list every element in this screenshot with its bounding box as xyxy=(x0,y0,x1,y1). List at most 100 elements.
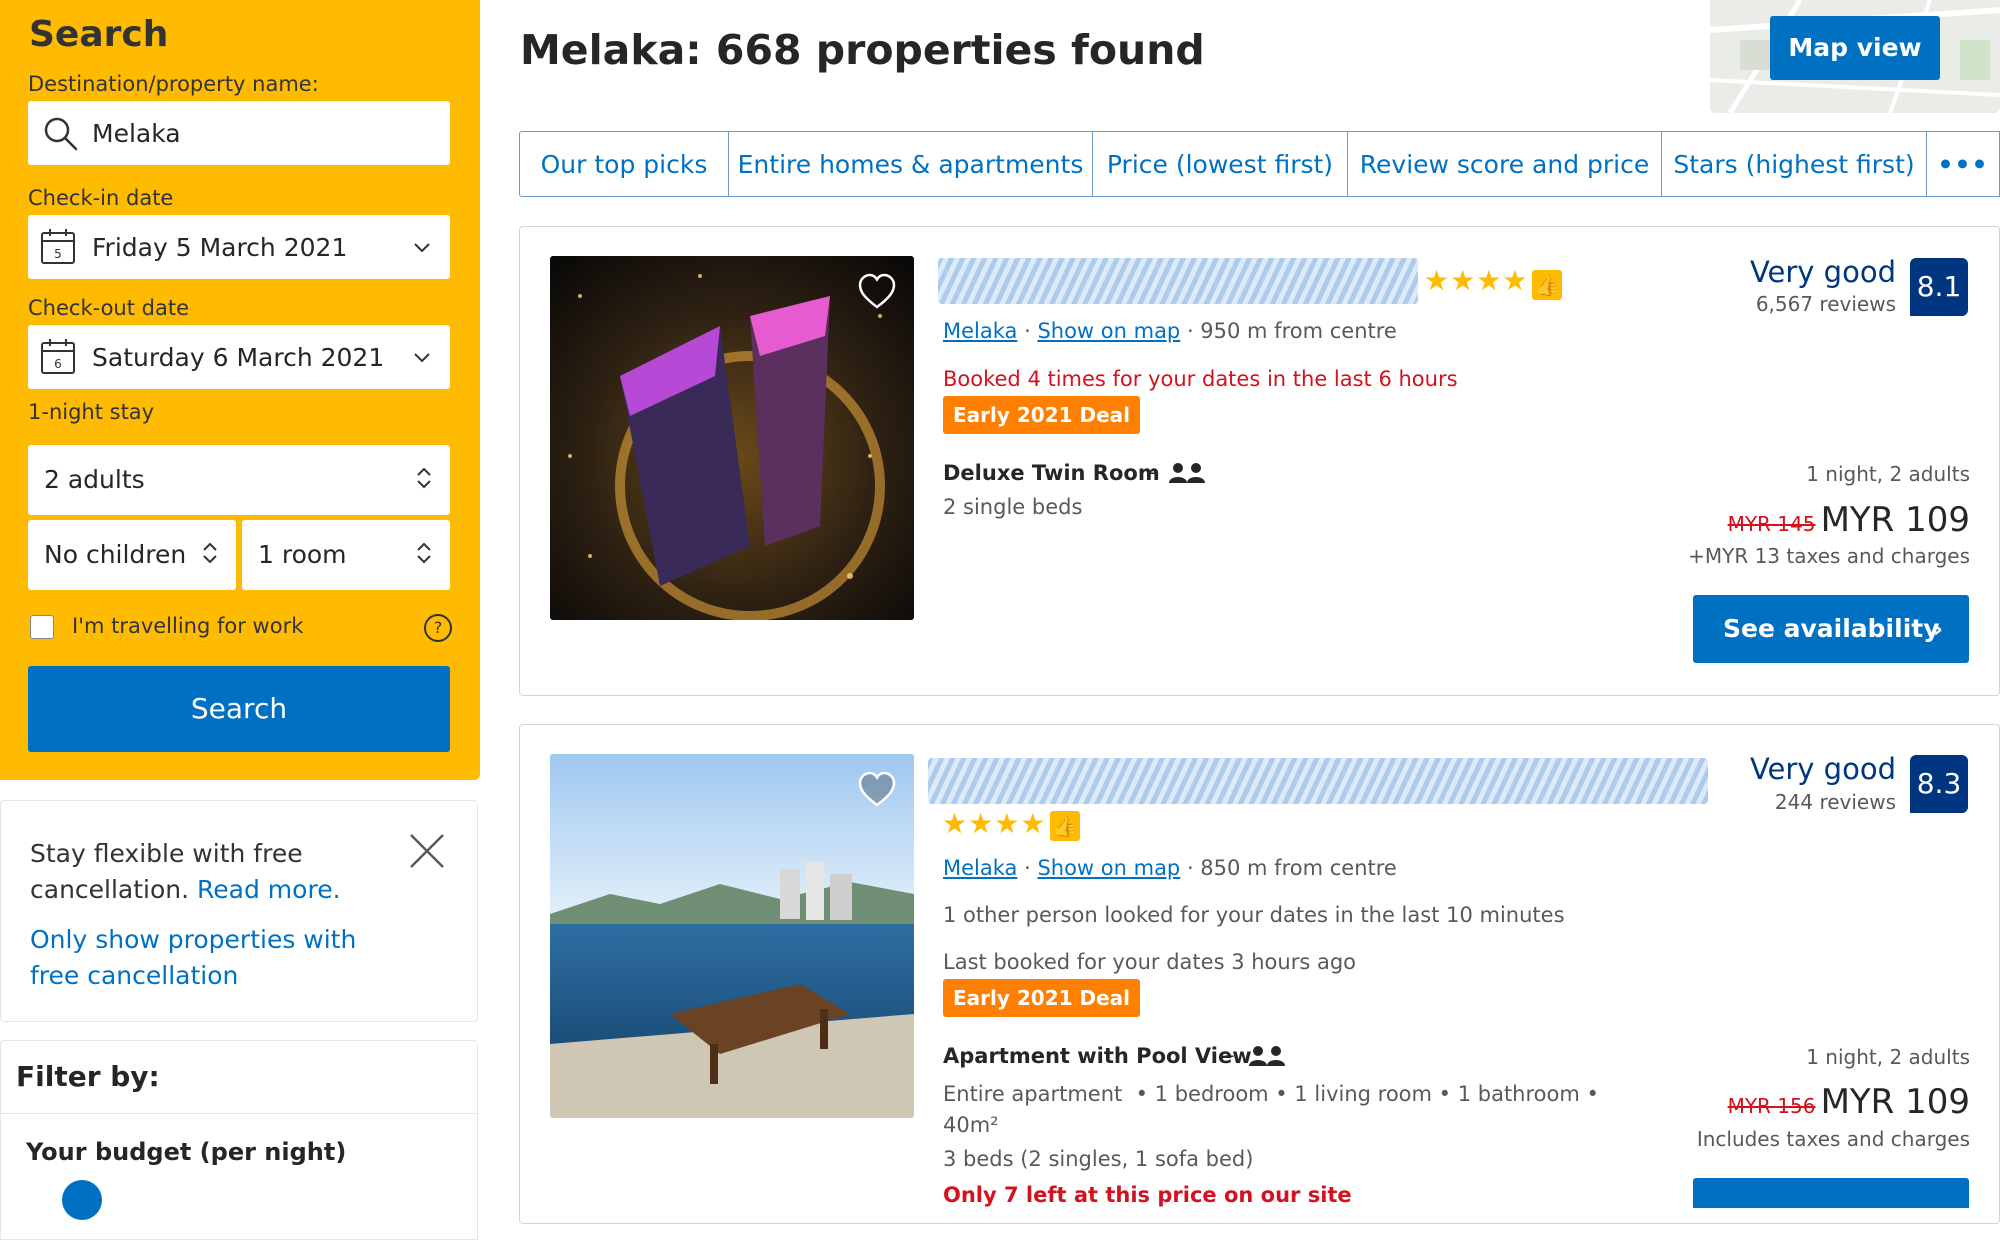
room-dash: – xyxy=(1224,1043,1235,1067)
distance: 950 m from centre xyxy=(1200,319,1397,343)
chevron-right-icon: › xyxy=(1933,615,1943,643)
price-line: MYR 145 MYR 109 xyxy=(1660,500,1970,540)
bed-details: 3 beds (2 singles, 1 sofa bed) xyxy=(943,1147,1254,1171)
tab-more-options[interactable]: ••• xyxy=(1927,131,2000,197)
taxes-note: Includes taxes and charges xyxy=(1696,1127,1970,1151)
tab-stars-highest[interactable]: Stars (highest first) xyxy=(1662,131,1927,197)
heart-icon[interactable] xyxy=(857,770,897,810)
price-line: MYR 156 MYR 109 xyxy=(1660,1082,1970,1122)
page-title: Melaka: 668 properties found xyxy=(520,26,1205,74)
occupancy-icon xyxy=(1249,1046,1285,1066)
updown-arrows-icon xyxy=(203,542,217,564)
new-price: MYR 109 xyxy=(1820,500,1970,540)
flexible-text: Stay flexible with free cancellation. Re… xyxy=(30,836,370,908)
checkout-value: Saturday 6 March 2021 xyxy=(92,343,385,372)
work-travel-checkbox[interactable] xyxy=(30,615,54,639)
price-meta: 1 night, 2 adults xyxy=(1806,1045,1970,1069)
adults-select[interactable]: 2 adults xyxy=(28,445,450,515)
tab-top-picks[interactable]: Our top picks xyxy=(519,131,729,197)
search-button[interactable]: Search xyxy=(28,666,450,752)
rooms-value: 1 room xyxy=(258,540,347,569)
star-rating: ★★★★ xyxy=(942,807,1047,840)
room-dash: – xyxy=(1146,460,1157,484)
chevron-down-icon xyxy=(414,243,430,253)
room-details: Entire apartment • 1 bedroom • 1 living … xyxy=(943,1082,1599,1106)
calendar-day: 6 xyxy=(54,357,62,371)
search-icon xyxy=(44,117,78,151)
show-on-map-link[interactable]: Show on map xyxy=(1037,856,1180,880)
show-on-map-link[interactable]: Show on map xyxy=(1037,319,1180,343)
rooms-select[interactable]: 1 room xyxy=(242,520,450,590)
search-title: Search xyxy=(29,14,169,55)
tab-entire-homes[interactable]: Entire homes & apartments xyxy=(729,131,1093,197)
budget-slider-handle[interactable] xyxy=(62,1180,102,1220)
room-size: 40m² xyxy=(943,1113,999,1137)
review-count: 6,567 reviews xyxy=(1755,292,1896,316)
old-price: MYR 145 xyxy=(1727,512,1816,536)
work-travel-label[interactable]: I'm travelling for work xyxy=(72,614,303,638)
old-price: MYR 156 xyxy=(1727,1094,1816,1118)
adults-value: 2 adults xyxy=(44,465,145,494)
city-link[interactable]: Melaka xyxy=(943,856,1017,880)
read-more-link[interactable]: Read more. xyxy=(197,875,340,904)
deal-badge: Early 2021 Deal xyxy=(943,396,1141,434)
budget-label: Your budget (per night) xyxy=(26,1138,347,1166)
heart-icon[interactable] xyxy=(857,272,897,312)
destination-value: Melaka xyxy=(92,119,181,148)
see-availability-button[interactable]: See availability › xyxy=(1693,595,1969,663)
sort-tabs: Our top picks Entire homes & apartments … xyxy=(519,131,2000,197)
review-score-badge[interactable]: 8.1 xyxy=(1910,258,1968,316)
last-booked-notice: Last booked for your dates 3 hours ago xyxy=(943,950,1356,974)
booking-notice: Booked 4 times for your dates in the las… xyxy=(943,367,1458,391)
see-availability-button[interactable] xyxy=(1693,1178,1969,1208)
review-count: 244 reviews xyxy=(1774,790,1896,814)
taxes-note: +MYR 13 taxes and charges xyxy=(1688,544,1970,568)
city-link[interactable]: Melaka xyxy=(943,319,1017,343)
filter-title: Filter by: xyxy=(16,1060,160,1093)
checkout-label: Check-out date xyxy=(28,296,189,320)
property-name-blurred[interactable] xyxy=(928,758,1708,804)
room-details: 2 single beds xyxy=(943,495,1083,519)
updown-arrows-icon xyxy=(417,467,431,489)
rating-word: Very good xyxy=(1749,255,1896,289)
property-name-blurred[interactable] xyxy=(938,258,1418,304)
recent-search-notice: 1 other person looked for your dates in … xyxy=(943,903,1565,927)
divider xyxy=(0,1113,478,1114)
tab-price-lowest[interactable]: Price (lowest first) xyxy=(1093,131,1348,197)
calendar-icon: 6 xyxy=(41,339,75,374)
deal-badge: Early 2021 Deal xyxy=(943,979,1141,1017)
location-line: Melaka · Show on map · 950 m from centre xyxy=(943,319,1397,343)
rating-word: Very good xyxy=(1749,752,1896,786)
star-rating: ★★★★ xyxy=(1424,264,1529,297)
distance: 850 m from centre xyxy=(1200,856,1397,880)
close-icon[interactable] xyxy=(408,832,446,870)
review-score-badge[interactable]: 8.3 xyxy=(1910,755,1968,813)
scarcity-notice: Only 7 left at this price on our site xyxy=(943,1183,1352,1207)
calendar-icon: 5 xyxy=(41,229,75,264)
checkout-date-picker[interactable]: 6 Saturday 6 March 2021 xyxy=(28,325,450,389)
checkin-value: Friday 5 March 2021 xyxy=(92,233,348,262)
stay-length: 1-night stay xyxy=(28,400,155,424)
free-cancellation-link[interactable]: Only show properties with free cancellat… xyxy=(30,922,410,994)
checkin-label: Check-in date xyxy=(28,186,174,210)
children-select[interactable]: No children xyxy=(28,520,236,590)
tab-review-score-price[interactable]: Review score and price xyxy=(1348,131,1662,197)
calendar-day: 5 xyxy=(54,247,62,261)
children-value: No children xyxy=(44,540,187,569)
new-price: MYR 109 xyxy=(1820,1082,1970,1122)
thumbs-up-icon: 👍 xyxy=(1532,270,1562,300)
updown-arrows-icon xyxy=(417,542,431,564)
destination-input[interactable]: Melaka xyxy=(28,101,450,165)
see-availability-label: See availability xyxy=(1723,614,1940,643)
room-type: Deluxe Twin Room xyxy=(943,461,1160,485)
thumbs-up-icon: 👍 xyxy=(1050,811,1080,841)
help-icon[interactable]: ? xyxy=(424,614,452,642)
destination-label: Destination/property name: xyxy=(28,72,319,96)
checkin-date-picker[interactable]: 5 Friday 5 March 2021 xyxy=(28,215,450,279)
location-line: Melaka · Show on map · 850 m from centre xyxy=(943,856,1397,880)
price-meta: 1 night, 2 adults xyxy=(1806,462,1970,486)
occupancy-icon xyxy=(1169,463,1205,483)
map-view-button[interactable]: Map view xyxy=(1770,16,1940,80)
chevron-down-icon xyxy=(414,353,430,363)
room-type: Apartment with Pool View xyxy=(943,1044,1252,1068)
